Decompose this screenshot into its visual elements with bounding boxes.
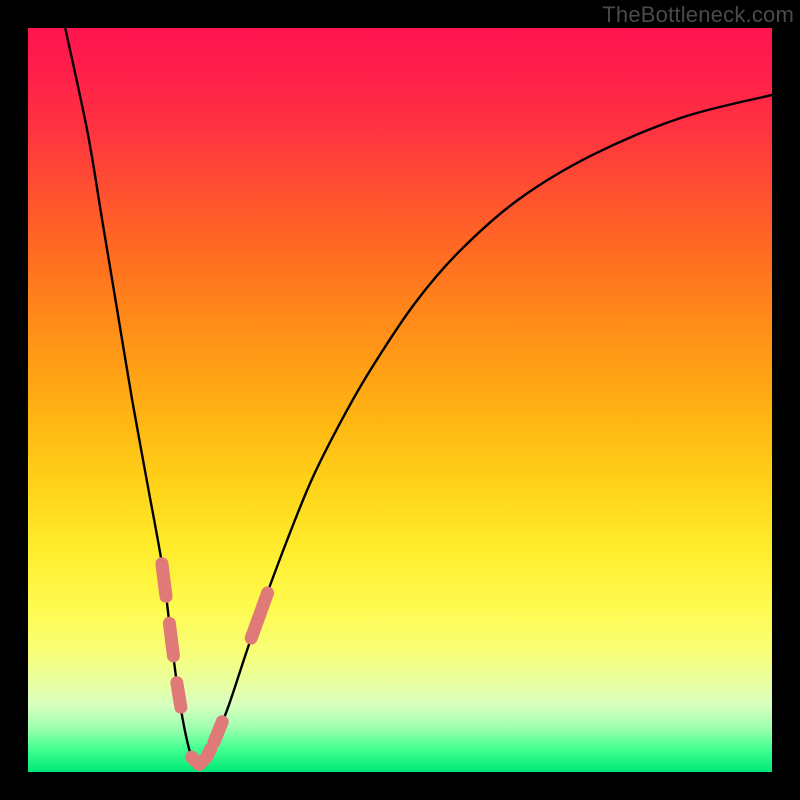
- curve-layer: [28, 28, 772, 772]
- highlight-dashes: [162, 564, 268, 765]
- chart-frame: TheBottleneck.com: [0, 0, 800, 800]
- plot-area: [28, 28, 772, 772]
- watermark-text: TheBottleneck.com: [602, 2, 794, 28]
